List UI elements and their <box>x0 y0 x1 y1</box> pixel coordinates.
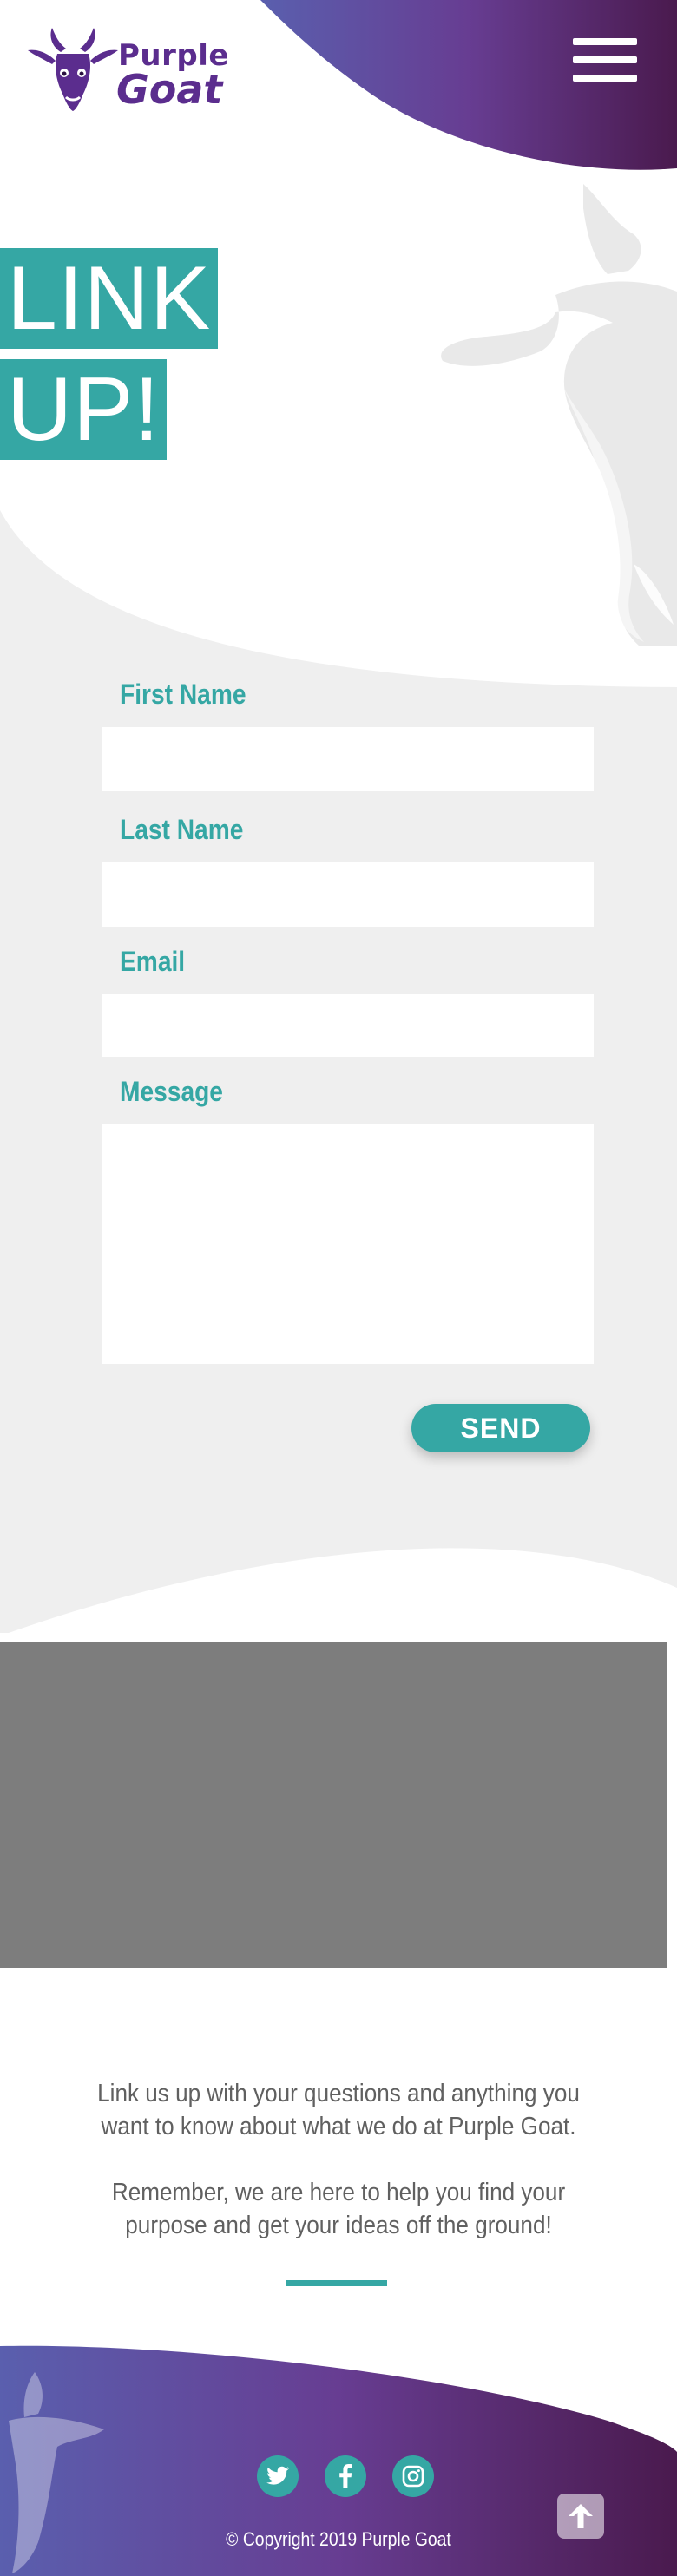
email-field[interactable] <box>102 994 594 1057</box>
back-to-top-button[interactable] <box>557 2494 604 2539</box>
goat-logo-icon <box>28 28 118 111</box>
site-header: Purple Goat <box>0 0 677 174</box>
email-label: Email <box>120 946 186 977</box>
facebook-icon[interactable] <box>325 2455 366 2497</box>
last-name-field[interactable] <box>102 862 594 927</box>
arrow-up-icon <box>569 2504 593 2528</box>
hamburger-menu-icon[interactable] <box>573 38 637 82</box>
message-label: Message <box>120 1076 223 1107</box>
last-name-label: Last Name <box>120 814 244 845</box>
section-divider <box>286 2280 387 2286</box>
send-button[interactable]: SEND <box>411 1404 590 1452</box>
twitter-icon[interactable] <box>257 2455 299 2497</box>
brand-name-line-2: Goat <box>116 66 223 113</box>
message-textarea[interactable] <box>102 1124 594 1364</box>
facebook-f-icon <box>339 2464 352 2488</box>
page-title-line-2: UP! <box>0 359 168 460</box>
map-placeholder[interactable] <box>0 1642 667 1968</box>
page-title-line-1: LINK <box>0 248 219 349</box>
first-name-field[interactable] <box>102 727 594 791</box>
info-paragraph-purpose: Remember, we are here to help you find y… <box>111 2179 566 2239</box>
copyright-text: © Copyright 2019 Purple Goat <box>226 2528 451 2550</box>
twitter-bird-icon <box>266 2466 289 2485</box>
instagram-camera-icon <box>402 2465 424 2488</box>
first-name-label: First Name <box>120 678 246 710</box>
info-paragraph-questions: Link us up with your questions and anyth… <box>97 2080 580 2140</box>
instagram-icon[interactable] <box>392 2455 434 2497</box>
